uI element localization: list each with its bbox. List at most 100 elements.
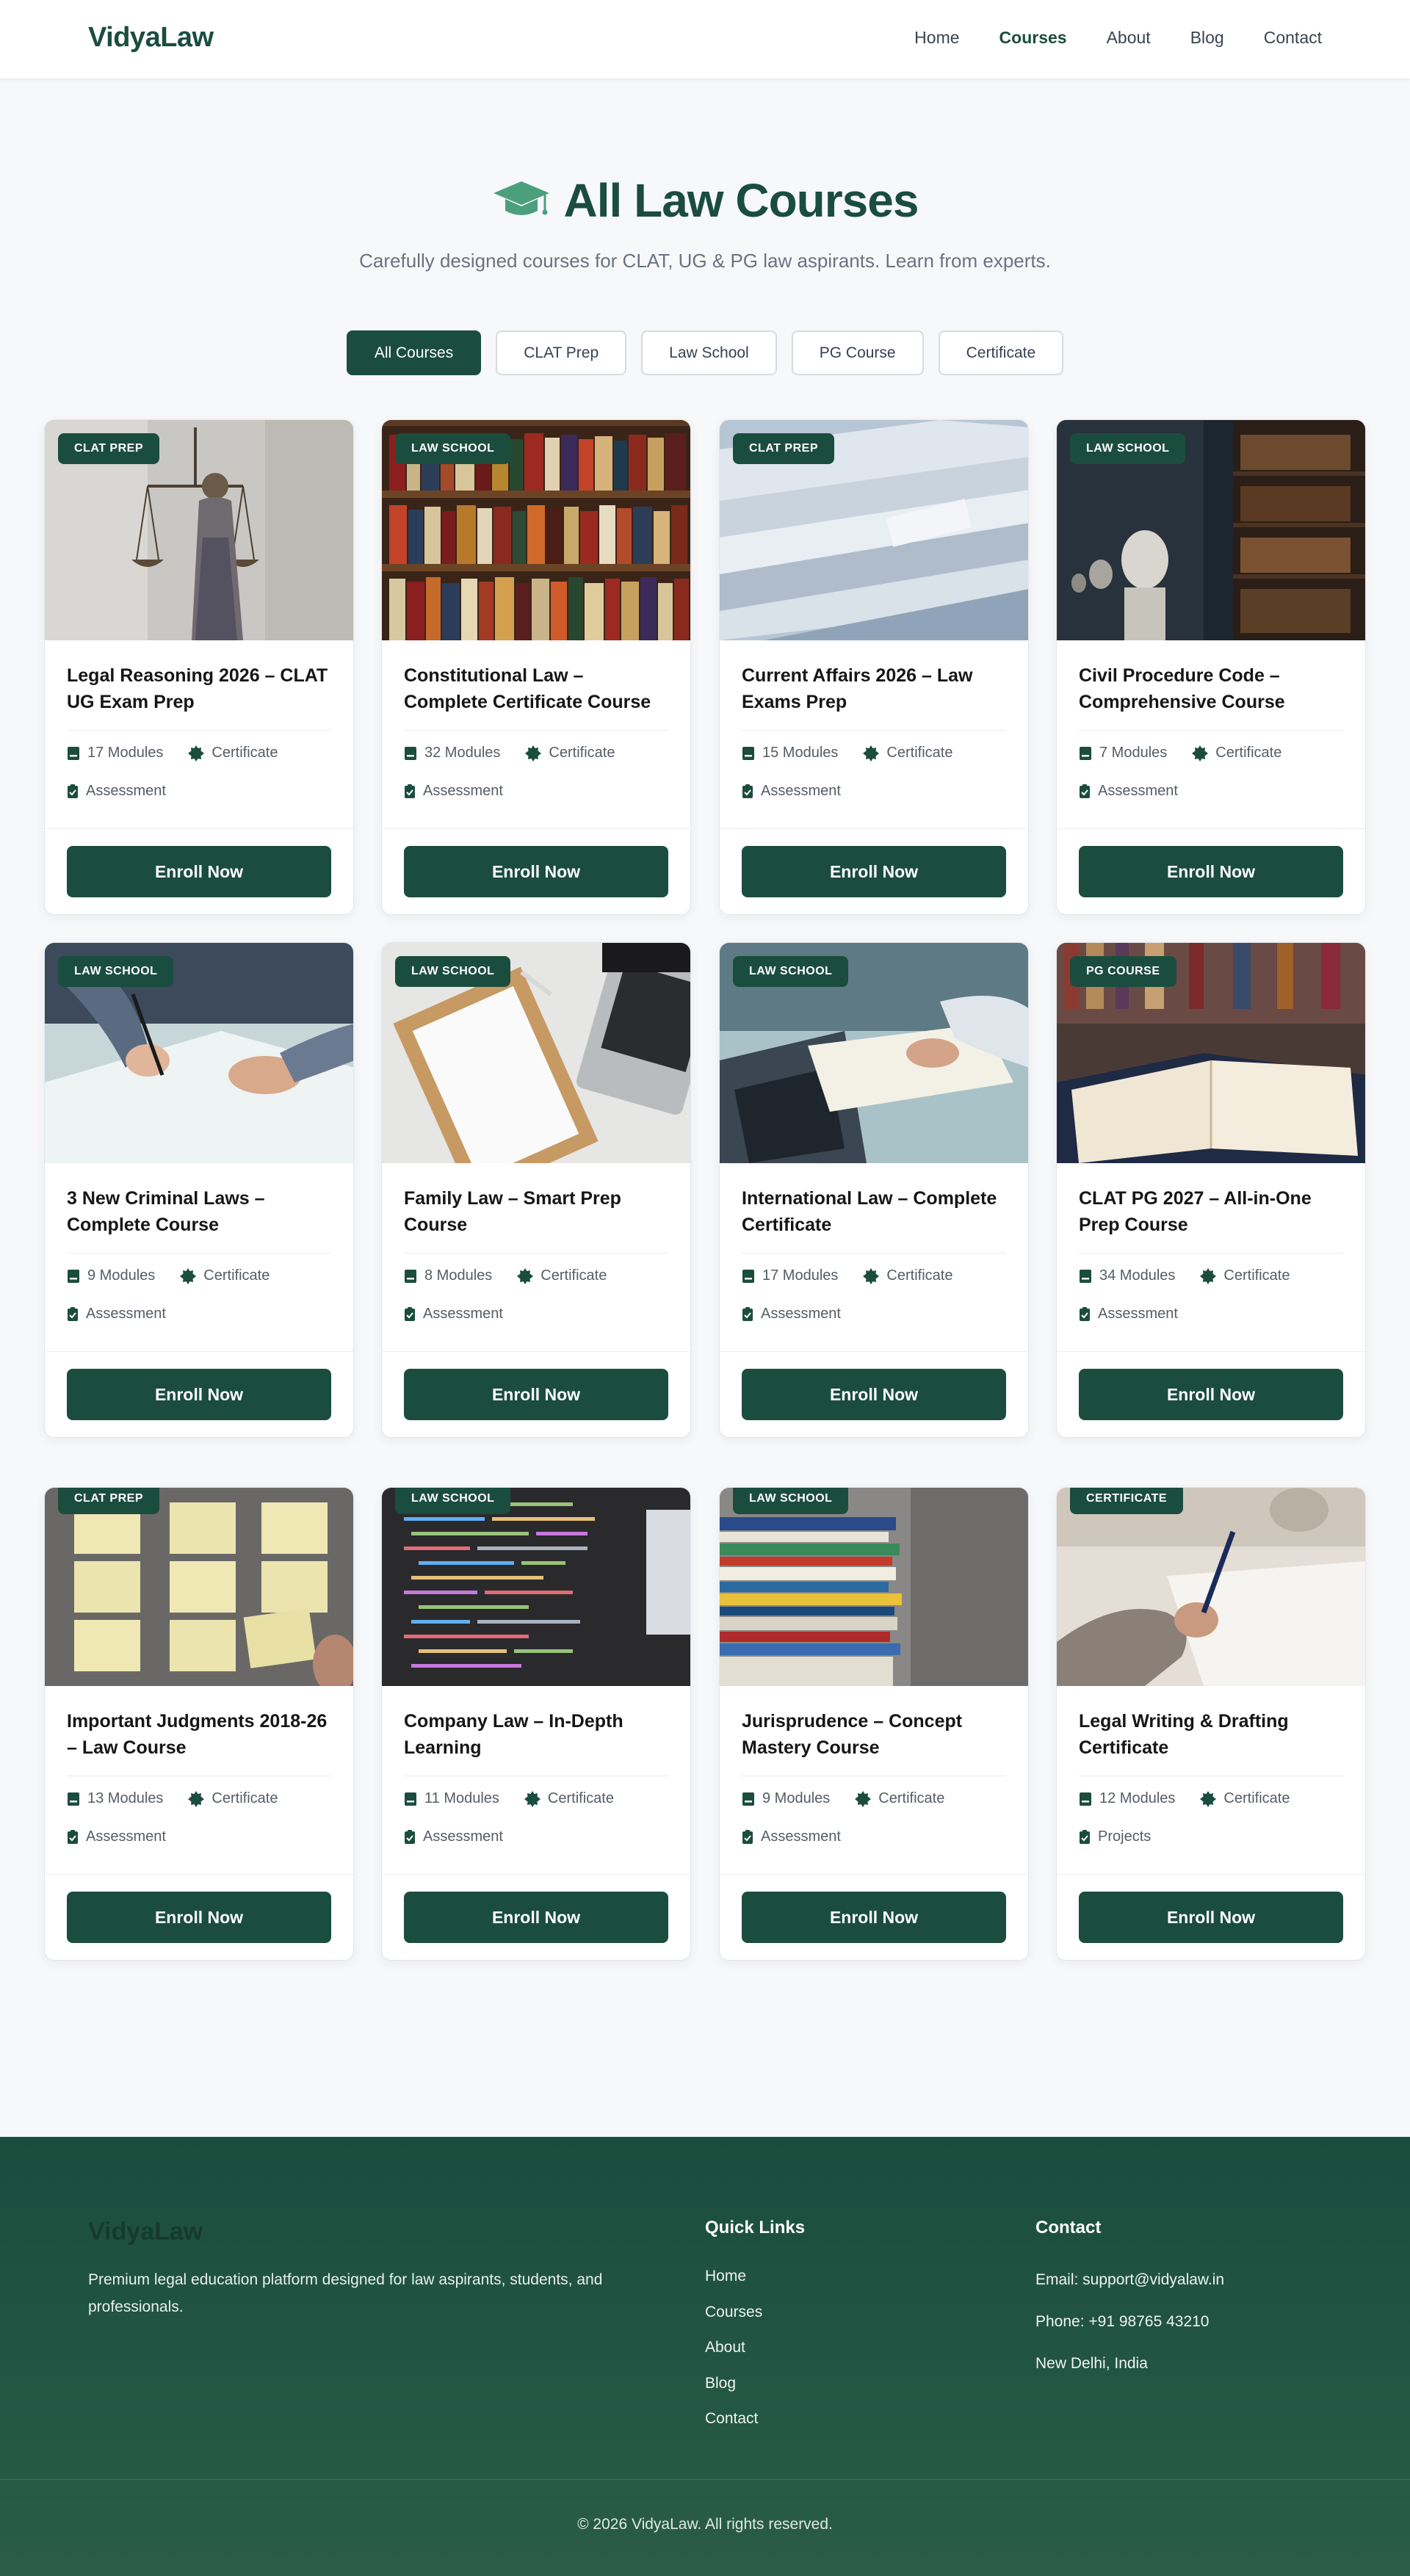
filter-all-courses[interactable]: All Courses: [346, 330, 482, 375]
course-meta: 7 Modules Certificate: [1079, 745, 1281, 761]
category-badge: LAW SCHOOL: [395, 956, 511, 987]
course-image[interactable]: [1057, 1488, 1365, 1686]
course-title[interactable]: International Law – Complete Certificate: [742, 1185, 1006, 1238]
category-badge: LAW SCHOOL: [58, 956, 174, 987]
category-badge: CERTIFICATE: [1070, 1488, 1184, 1514]
footer-quick-links: Quick Links Home Courses About Blog Cont…: [705, 2218, 805, 2437]
enroll-button[interactable]: Enroll Now: [67, 846, 331, 897]
enroll-button[interactable]: Enroll Now: [1079, 1369, 1343, 1420]
card-divider: [404, 730, 668, 731]
course-title[interactable]: Important Judgments 2018-26 – Law Course: [67, 1708, 331, 1761]
footer-logo[interactable]: VidyaLaw: [88, 2218, 203, 2246]
certificate-label: Certificate: [878, 1790, 945, 1806]
card-footer: [45, 1874, 353, 1875]
card-footer: [382, 1351, 690, 1352]
site-logo[interactable]: VidyaLaw: [88, 22, 214, 54]
quick-links-heading: Quick Links: [705, 2218, 806, 2237]
course-meta: 8 Modules Certificate: [404, 1267, 607, 1284]
nav-blog[interactable]: Blog: [1190, 28, 1224, 48]
filter-law-school[interactable]: Law School: [641, 330, 777, 375]
graduation-cap-icon: [492, 178, 551, 222]
module-count: 15 Modules: [762, 745, 839, 761]
enroll-button[interactable]: Enroll Now: [1079, 846, 1343, 897]
contact-email[interactable]: Email: support@vidyalaw.in: [1035, 2259, 1224, 2301]
course-title[interactable]: CLAT PG 2027 – All-in-One Prep Course: [1079, 1185, 1343, 1238]
clipboard-check-icon: [742, 1306, 753, 1321]
certificate-icon: [188, 1790, 205, 1807]
assessment-label: Assessment: [86, 1828, 166, 1845]
main-nav: Home Courses About Blog Contact: [914, 28, 1322, 48]
nav-contact[interactable]: Contact: [1264, 28, 1322, 48]
enroll-button[interactable]: Enroll Now: [67, 1369, 331, 1420]
enroll-button[interactable]: Enroll Now: [742, 846, 1006, 897]
nav-courses[interactable]: Courses: [999, 28, 1067, 48]
enroll-button[interactable]: Enroll Now: [404, 1892, 668, 1943]
course-card: LAW SCHOOL Family Law – Smart Prep Cours…: [381, 942, 691, 1438]
course-title[interactable]: 3 New Criminal Laws – Complete Course: [67, 1185, 331, 1238]
book-icon: [68, 746, 79, 760]
course-title[interactable]: Civil Procedure Code – Comprehensive Cou…: [1079, 662, 1343, 715]
course-meta-extra: Assessment: [742, 1306, 841, 1323]
filter-pg-course[interactable]: PG Course: [791, 330, 924, 375]
course-image[interactable]: [45, 1488, 353, 1686]
module-count: 32 Modules: [424, 745, 501, 761]
footer-contact: Contact Email: support@vidyalaw.in Phone…: [1035, 2218, 1224, 2384]
course-card: LAW SCHOOL Jurisprudence – Concept Maste…: [719, 1487, 1029, 1961]
course-title[interactable]: Current Affairs 2026 – Law Exams Prep: [742, 662, 1006, 715]
clipboard-check-icon: [405, 1829, 415, 1844]
certificate-icon: [517, 1267, 534, 1284]
enroll-button[interactable]: Enroll Now: [1079, 1892, 1343, 1943]
course-title[interactable]: Jurisprudence – Concept Mastery Course: [742, 1708, 1006, 1761]
enroll-button[interactable]: Enroll Now: [67, 1892, 331, 1943]
assessment-label: Assessment: [761, 1828, 841, 1845]
book-icon: [68, 1269, 79, 1283]
course-card: CLAT PREP Important Judgments 2018-26 – …: [44, 1487, 354, 1961]
nav-about[interactable]: About: [1107, 28, 1151, 48]
footer-link-contact[interactable]: Contact: [705, 2401, 805, 2437]
course-image[interactable]: [382, 1488, 690, 1686]
course-image[interactable]: [720, 1488, 1028, 1686]
course-meta: 15 Modules Certificate: [742, 745, 952, 761]
clipboard-check-icon: [68, 1306, 78, 1321]
book-icon: [1080, 1792, 1091, 1806]
course-title[interactable]: Company Law – In-Depth Learning: [404, 1708, 668, 1761]
course-title[interactable]: Legal Writing & Drafting Certificate: [1079, 1708, 1343, 1761]
book-icon: [742, 1792, 754, 1806]
assessment-label: Assessment: [86, 1306, 166, 1322]
book-icon: [742, 1269, 754, 1283]
card-divider: [742, 730, 1006, 731]
category-badge: LAW SCHOOL: [733, 956, 849, 987]
projects-label: Projects: [1098, 1828, 1152, 1845]
certificate-icon: [1200, 1267, 1217, 1284]
enroll-button[interactable]: Enroll Now: [742, 1892, 1006, 1943]
nav-home[interactable]: Home: [914, 28, 959, 48]
certificate-label: Certificate: [212, 745, 278, 761]
course-meta-extra: Assessment: [404, 1828, 503, 1845]
page-subtitle: Carefully designed courses for CLAT, UG …: [359, 250, 1051, 272]
course-title[interactable]: Legal Reasoning 2026 – CLAT UG Exam Prep: [67, 662, 331, 715]
course-card: CLAT PREP Current Affairs 2026 – Law Exa…: [719, 419, 1029, 915]
clipboard-check-icon: [1080, 784, 1090, 798]
footer-link-blog[interactable]: Blog: [705, 2366, 805, 2402]
course-meta-extra: Assessment: [742, 1828, 841, 1845]
course-title[interactable]: Constitutional Law – Complete Certificat…: [404, 662, 668, 715]
module-count: 34 Modules: [1099, 1267, 1176, 1284]
filter-certificate[interactable]: Certificate: [938, 330, 1064, 375]
footer-link-home[interactable]: Home: [705, 2259, 805, 2295]
certificate-icon: [863, 1267, 880, 1284]
contact-phone[interactable]: Phone: +91 98765 43210: [1035, 2301, 1224, 2342]
footer-link-about[interactable]: About: [705, 2330, 805, 2366]
filter-clat-prep[interactable]: CLAT Prep: [496, 330, 627, 375]
course-meta-extra: Assessment: [742, 783, 841, 800]
category-badge: CLAT PREP: [733, 433, 834, 464]
footer-link-courses[interactable]: Courses: [705, 2295, 805, 2331]
card-footer: [1057, 828, 1365, 829]
clipboard-check-icon: [405, 1306, 415, 1321]
course-title[interactable]: Family Law – Smart Prep Course: [404, 1185, 668, 1238]
category-badge: LAW SCHOOL: [395, 1488, 511, 1514]
enroll-button[interactable]: Enroll Now: [404, 1369, 668, 1420]
clipboard-check-icon: [1080, 1829, 1090, 1844]
enroll-button[interactable]: Enroll Now: [742, 1369, 1006, 1420]
enroll-button[interactable]: Enroll Now: [404, 846, 668, 897]
certificate-icon: [180, 1267, 197, 1284]
